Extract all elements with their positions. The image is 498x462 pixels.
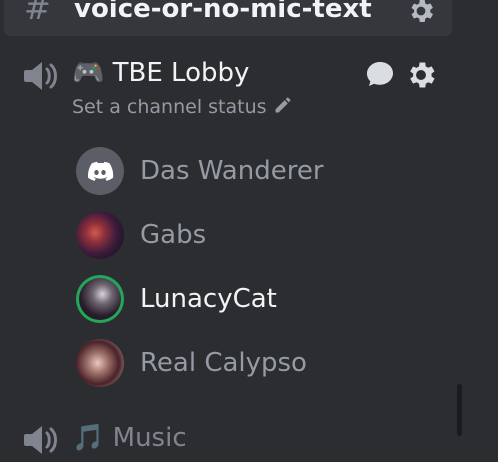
- voice-channel-row[interactable]: 🎵 Music: [4, 420, 452, 460]
- voice-user-gabs[interactable]: Gabs: [76, 211, 456, 259]
- gear-icon[interactable]: [404, 58, 438, 96]
- avatar: [76, 275, 124, 323]
- pencil-icon: [273, 95, 293, 122]
- hash-icon: #: [24, 0, 51, 27]
- speaker-icon: [22, 422, 60, 462]
- avatar: [76, 211, 124, 259]
- avatar: [76, 339, 124, 387]
- speaker-icon: [22, 58, 60, 98]
- voice-user-real-calypso[interactable]: Real Calypso: [76, 339, 456, 387]
- username: Real Calypso: [140, 348, 307, 378]
- discord-logo-icon: [88, 161, 114, 181]
- gear-icon[interactable]: [406, 0, 436, 30]
- username: LunacyCat: [140, 284, 277, 314]
- voice-channel-row[interactable]: 🎮 TBE Lobby Set a channel status: [4, 52, 452, 124]
- set-channel-status[interactable]: Set a channel status: [72, 94, 293, 122]
- avatar: [76, 147, 124, 195]
- text-channel-row[interactable]: # voice-or-no-mic-text: [4, 0, 452, 36]
- scrollbar[interactable]: [457, 384, 462, 436]
- username: Das Wanderer: [140, 156, 324, 186]
- channel-name: voice-or-no-mic-text: [74, 0, 372, 24]
- voice-user-das-wanderer[interactable]: Das Wanderer: [76, 147, 456, 195]
- voice-channel-name: 🎮 TBE Lobby: [72, 58, 250, 88]
- voice-channel-name: 🎵 Music: [72, 423, 187, 453]
- voice-user-lunacycat[interactable]: LunacyCat: [76, 275, 456, 323]
- chat-bubble-icon[interactable]: [365, 60, 395, 92]
- username: Gabs: [140, 220, 207, 250]
